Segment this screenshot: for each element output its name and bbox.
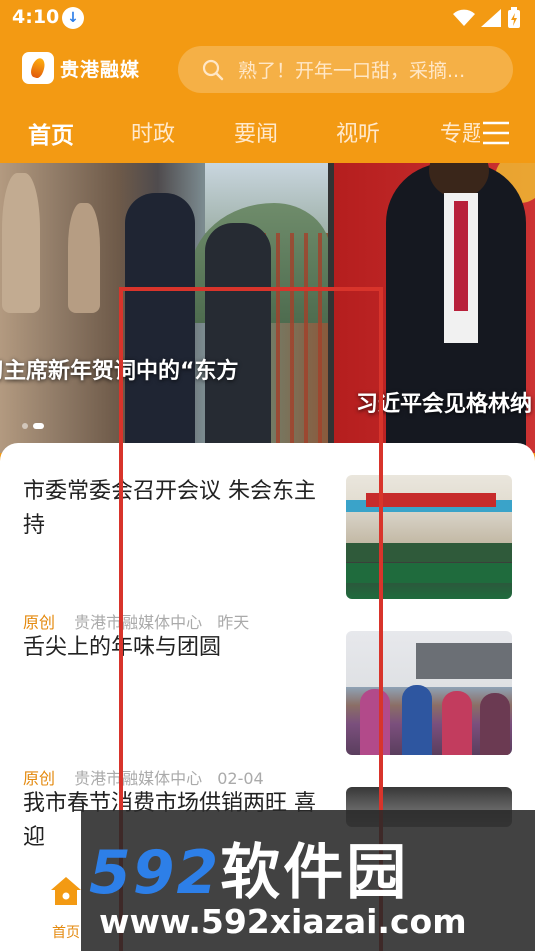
search-input[interactable]: 熟了！开年一口甜，采摘... — [238, 56, 500, 83]
search-bar[interactable]: 熟了！开年一口甜，采摘... — [178, 46, 513, 93]
watermark: 592软件园 www.592xiazai.com — [81, 810, 535, 951]
tab-video[interactable]: 视听 — [336, 116, 380, 148]
app-logo[interactable]: 贵港融媒 — [22, 52, 141, 84]
tab-home[interactable]: 首页 — [28, 116, 74, 150]
status-bar: 4:10 ↓ — [0, 0, 535, 38]
bottom-nav: 首页 — [0, 862, 90, 951]
watermark-url: www.592xiazai.com — [99, 902, 467, 941]
nav-home-label[interactable]: 首页 — [52, 922, 80, 942]
original-tag: 原创 — [23, 769, 56, 788]
tab-special[interactable]: 专题 — [440, 116, 480, 148]
app-name: 贵港融媒 — [60, 58, 141, 81]
status-time: 4:10 — [12, 6, 60, 28]
tab-politics[interactable]: 时政 — [131, 116, 175, 148]
original-tag: 原创 — [23, 613, 56, 632]
search-icon — [202, 59, 224, 80]
menu-icon[interactable] — [481, 120, 511, 146]
system-icons — [453, 7, 521, 29]
home-icon[interactable] — [49, 875, 83, 907]
indicator-dot-active — [33, 423, 44, 429]
carousel-indicator — [22, 423, 44, 429]
logo-icon — [22, 52, 54, 84]
watermark-brand: 592软件园 — [89, 838, 410, 908]
tab-news[interactable]: 要闻 — [234, 116, 278, 148]
channel-tabs: 首页 时政 要闻 视听 专题 — [0, 110, 535, 156]
indicator-dot — [22, 423, 28, 429]
wifi-icon — [453, 9, 475, 26]
battery-charging-icon — [508, 7, 520, 28]
top-bar: 4:10 ↓ 贵港融媒 熟了！开年一口甜，采摘... 首页 时政 要闻 视听 专… — [0, 0, 535, 163]
signal-icon — [481, 9, 501, 27]
download-icon: ↓ — [62, 7, 84, 29]
